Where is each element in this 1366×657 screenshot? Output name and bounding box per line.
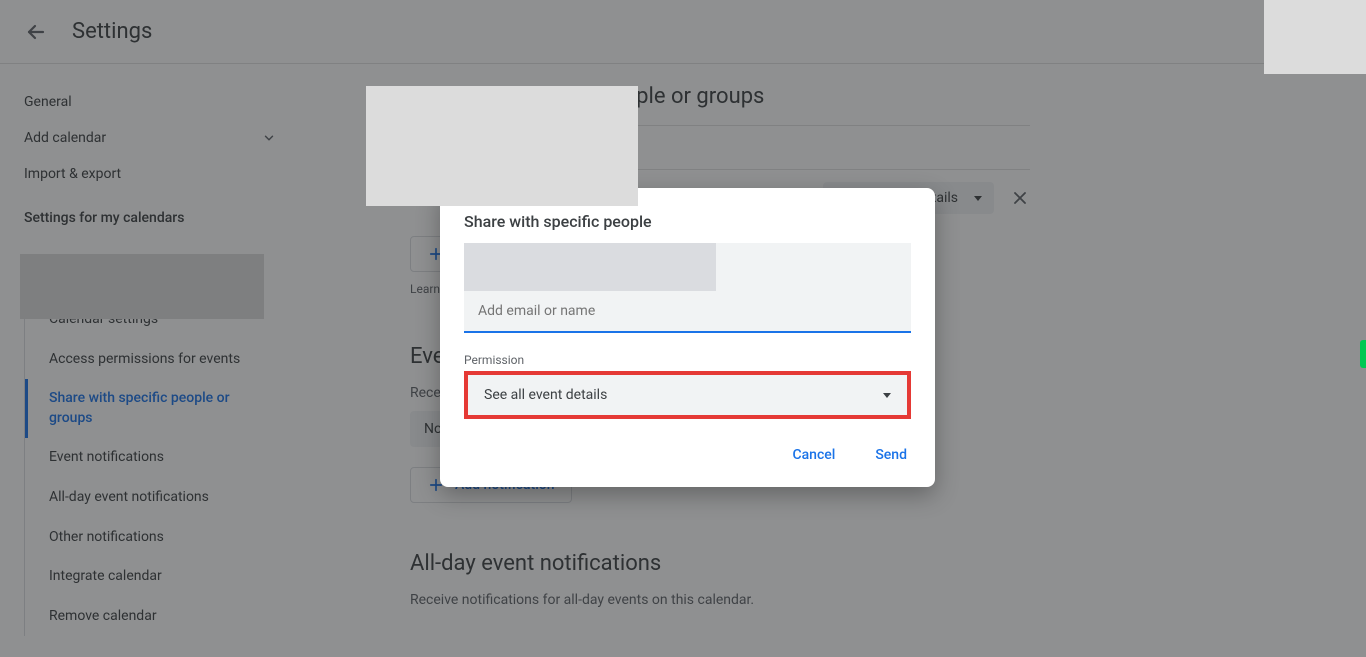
dialog-actions: Cancel Send bbox=[464, 439, 911, 471]
share-dialog: Share with specific people Permission Se… bbox=[440, 188, 935, 487]
add-email-input[interactable] bbox=[464, 291, 911, 331]
permission-dropdown-value: See all event details bbox=[484, 387, 607, 403]
caret-down-icon bbox=[883, 393, 891, 398]
permission-label: Permission bbox=[464, 353, 911, 367]
permission-dropdown[interactable]: See all event details bbox=[468, 375, 907, 415]
redaction-block bbox=[366, 86, 638, 206]
email-chip-area[interactable] bbox=[464, 243, 911, 333]
send-button[interactable]: Send bbox=[871, 439, 911, 471]
redaction-block bbox=[1264, 0, 1366, 74]
dialog-title: Share with specific people bbox=[464, 212, 911, 231]
permission-highlight: See all event details bbox=[464, 371, 911, 419]
redacted-chip bbox=[464, 243, 716, 291]
side-tab-indicator[interactable] bbox=[1360, 340, 1366, 368]
cancel-button[interactable]: Cancel bbox=[788, 439, 839, 471]
